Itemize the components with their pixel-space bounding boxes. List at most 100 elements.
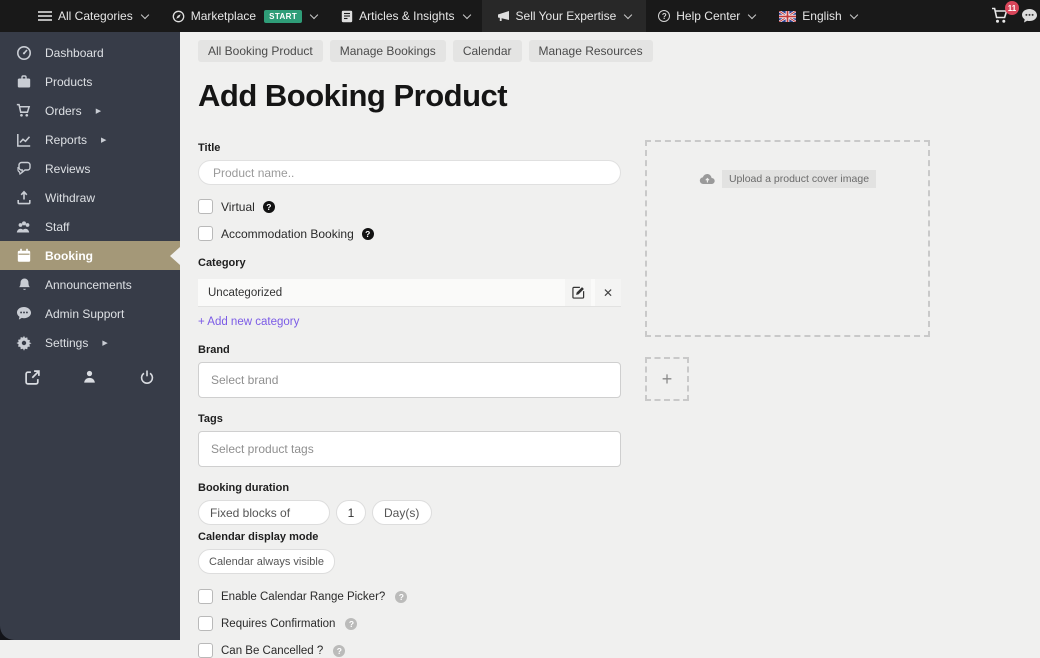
nav-label: Sell Your Expertise	[515, 9, 617, 23]
sidebar-item-booking[interactable]: Booking	[0, 241, 180, 270]
edit-icon	[571, 286, 584, 299]
sidebar-item-label: Products	[45, 74, 93, 89]
duration-type-select[interactable]: Fixed blocks of	[198, 500, 330, 525]
category-label: Category	[198, 257, 246, 269]
add-new-category-link[interactable]: + Add new category	[198, 316, 299, 328]
book-icon	[341, 10, 353, 23]
tab-manage-bookings[interactable]: Manage Bookings	[329, 40, 446, 62]
sidebar-item-orders[interactable]: Orders ▶	[0, 96, 180, 125]
category-row: Uncategorized ✕	[198, 279, 621, 307]
sidebar-item-label: Withdraw	[45, 190, 96, 205]
sidebar: Dashboard Products Orders ▶ Reports ▶ Re…	[0, 32, 180, 640]
upload-cover-button[interactable]: Upload a product cover image	[721, 170, 877, 188]
nav-label: English	[802, 9, 842, 23]
help-icon: ?	[658, 10, 671, 22]
calendar-display-mode-label: Calendar display mode	[198, 531, 319, 543]
edit-category-button[interactable]	[565, 279, 591, 306]
cloud-upload-icon	[699, 174, 715, 185]
chat-button[interactable]	[1021, 8, 1038, 24]
cart-button[interactable]: 11	[991, 1, 1019, 24]
chart-icon	[16, 132, 32, 148]
nav-all-categories[interactable]: All Categories	[26, 0, 160, 32]
sidebar-item-withdraw[interactable]: Withdraw	[0, 183, 180, 212]
cart-icon	[16, 103, 32, 119]
can-be-cancelled-checkbox[interactable]	[198, 643, 213, 658]
range-picker-option: Enable Calendar Range Picker? ?	[198, 589, 621, 604]
brand-select[interactable]: Select brand	[198, 362, 621, 398]
start-badge: START	[264, 9, 303, 23]
tags-label: Tags	[198, 413, 223, 425]
help-icon[interactable]: ?	[395, 590, 408, 603]
calendar-icon	[16, 248, 32, 264]
virtual-option: Virtual ?	[198, 199, 621, 214]
sidebar-item-products[interactable]: Products	[0, 67, 180, 96]
sidebar-item-announcements[interactable]: Announcements	[0, 270, 180, 299]
help-icon[interactable]: ?	[361, 227, 374, 240]
help-icon[interactable]: ?	[333, 644, 346, 657]
sidebar-item-label: Settings	[45, 335, 89, 350]
brand-label: Brand	[198, 344, 230, 356]
calendar-display-mode-select[interactable]: Calendar always visible	[198, 549, 335, 574]
nav-language[interactable]: English	[767, 0, 868, 32]
nav-sell-your-expertise[interactable]: Sell Your Expertise	[481, 0, 647, 32]
help-icon[interactable]: ?	[262, 200, 275, 213]
accommodation-label: Accommodation Booking	[221, 226, 354, 241]
sidebar-item-dashboard[interactable]: Dashboard	[0, 38, 180, 67]
requires-confirmation-checkbox[interactable]	[198, 616, 213, 631]
bell-icon	[16, 277, 32, 293]
reviews-icon	[16, 161, 32, 177]
navbar-left-group: All Categories Marketplace START Article…	[0, 0, 869, 32]
uk-flag-icon	[779, 10, 797, 22]
duration-count-input[interactable]: 1	[336, 500, 366, 525]
nav-articles-insights[interactable]: Articles & Insights	[329, 0, 481, 32]
chevron-down-icon	[140, 10, 149, 19]
submenu-arrow-icon: ▶	[95, 107, 102, 115]
sidebar-item-admin-support[interactable]: Admin Support	[0, 299, 180, 328]
accommodation-checkbox[interactable]	[198, 226, 213, 241]
add-gallery-image-button[interactable]: +	[645, 357, 689, 401]
remove-category-button[interactable]: ✕	[595, 279, 621, 306]
gear-icon	[16, 335, 32, 351]
nav-label: All Categories	[58, 9, 133, 23]
sidebar-item-label: Admin Support	[45, 306, 125, 321]
user-icon[interactable]	[82, 369, 99, 386]
sidebar-item-label: Reviews	[45, 161, 91, 176]
menu-icon	[38, 10, 52, 22]
nav-label: Help Center	[676, 9, 741, 23]
tab-manage-resources[interactable]: Manage Resources	[528, 40, 653, 62]
title-label: Title	[198, 142, 221, 154]
power-icon[interactable]	[139, 369, 156, 386]
cover-image-dropzone[interactable]: Upload a product cover image	[645, 140, 930, 337]
plus-icon: +	[661, 368, 673, 389]
range-picker-label: Enable Calendar Range Picker?	[221, 590, 386, 603]
duration-unit-select[interactable]: Day(s)	[372, 500, 432, 525]
range-picker-checkbox[interactable]	[198, 589, 213, 604]
virtual-checkbox[interactable]	[198, 199, 213, 214]
sidebar-item-settings[interactable]: Settings ▶	[0, 328, 180, 357]
brand-placeholder: Select brand	[211, 373, 279, 387]
nav-help-center[interactable]: ? Help Center	[646, 0, 767, 32]
can-be-cancelled-label: Can Be Cancelled ?	[221, 644, 324, 657]
tab-all-booking-product[interactable]: All Booking Product	[198, 40, 323, 62]
requires-confirmation-option: Requires Confirmation ?	[198, 616, 621, 631]
virtual-label: Virtual	[221, 199, 255, 214]
external-link-icon[interactable]	[24, 369, 41, 386]
category-value: Uncategorized	[208, 286, 283, 299]
briefcase-icon	[16, 74, 32, 90]
submenu-arrow-icon: ▶	[102, 339, 108, 347]
tags-select[interactable]: Select product tags	[198, 431, 621, 467]
sidebar-item-reviews[interactable]: Reviews	[0, 154, 180, 183]
cover-upload-inner: Upload a product cover image	[647, 170, 928, 188]
nav-marketplace[interactable]: Marketplace START	[160, 0, 329, 32]
sidebar-item-staff[interactable]: Staff	[0, 212, 180, 241]
nav-label: Marketplace	[190, 9, 257, 23]
withdraw-icon	[16, 190, 32, 206]
tags-placeholder: Select product tags	[211, 442, 314, 456]
accommodation-option: Accommodation Booking ?	[198, 226, 621, 241]
main-content: All Booking Product Manage Bookings Cale…	[180, 32, 1040, 658]
help-icon[interactable]: ?	[345, 617, 358, 630]
sidebar-item-label: Booking	[45, 248, 93, 263]
sidebar-item-reports[interactable]: Reports ▶	[0, 125, 180, 154]
product-name-input[interactable]	[198, 160, 621, 185]
tab-calendar[interactable]: Calendar	[452, 40, 522, 62]
